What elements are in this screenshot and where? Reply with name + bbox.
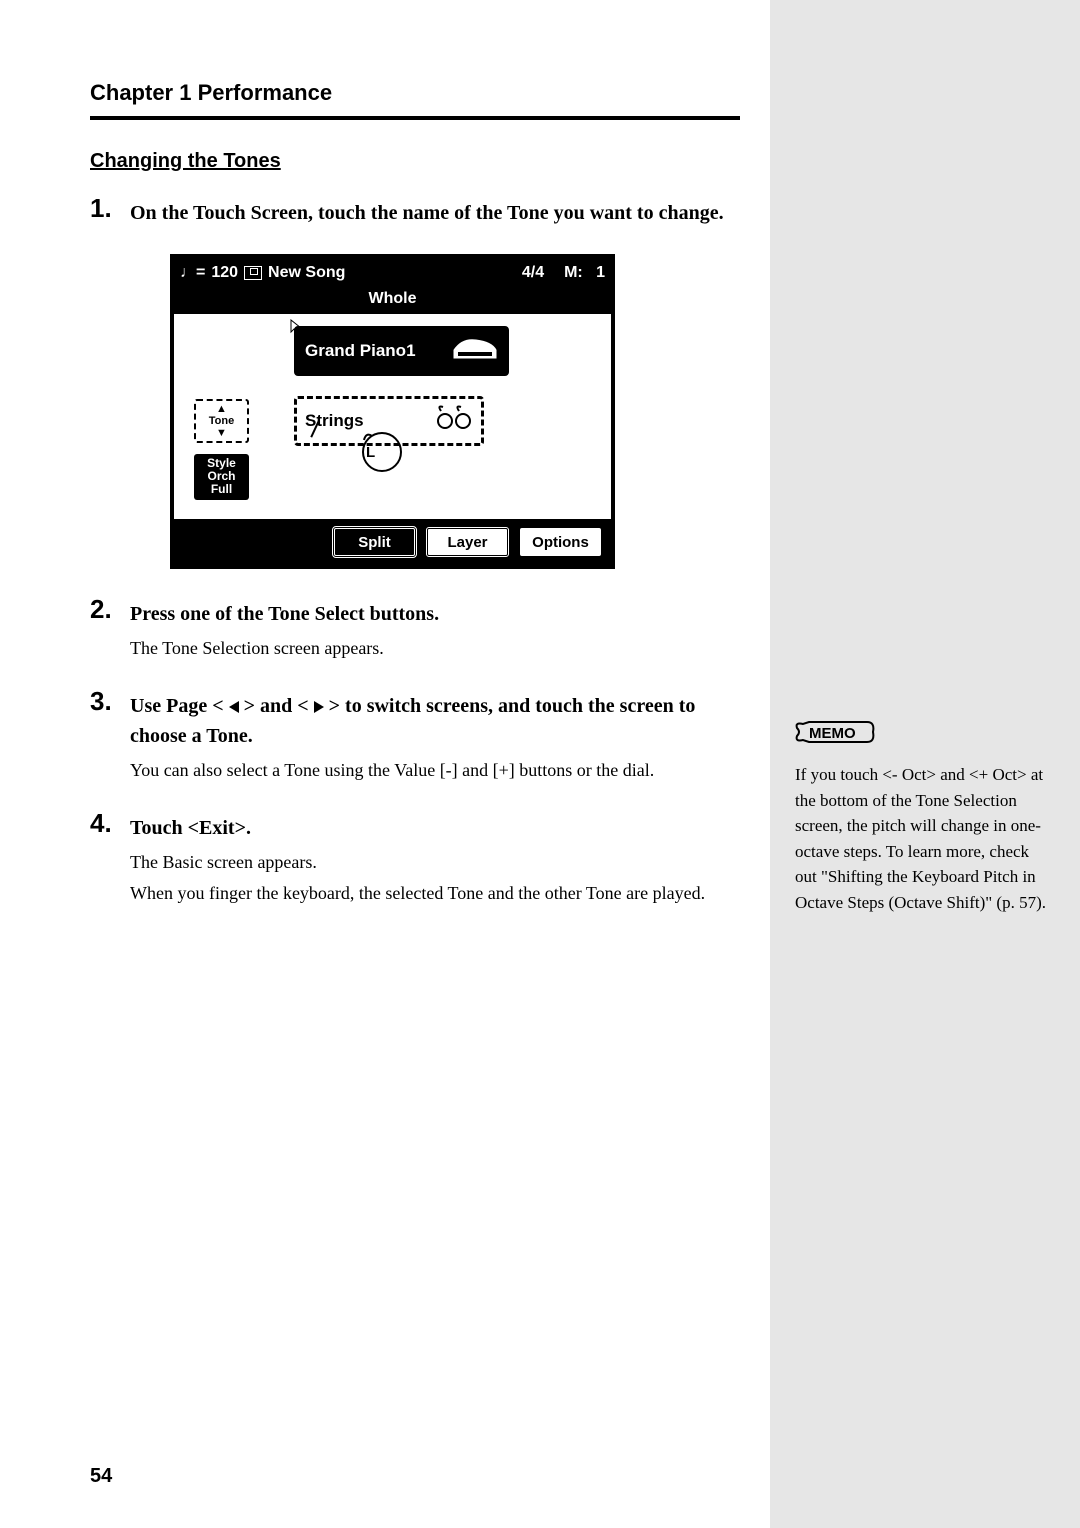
step-4-lead: Touch <Exit>. bbox=[130, 813, 740, 843]
device-statusbar: ♩= 120 New Song 4/4 M: 1 bbox=[174, 258, 611, 288]
step-4-sub1: The Basic screen appears. bbox=[130, 849, 740, 876]
tempo-icon: ♩= bbox=[180, 264, 205, 282]
step-2-lead: Press one of the Tone Select buttons. bbox=[130, 599, 740, 629]
split-button[interactable]: Split bbox=[332, 526, 417, 558]
step-3-sub: You can also select a Tone using the Val… bbox=[130, 757, 740, 784]
style-orch-button[interactable]: Style Orch Full bbox=[194, 454, 249, 500]
step-2-sub: The Tone Selection screen appears. bbox=[130, 635, 740, 662]
callout-circle bbox=[362, 432, 402, 472]
piano-icon bbox=[452, 334, 498, 368]
device-screenshot: ♩= 120 New Song 4/4 M: 1 Whole Grand Pian… bbox=[170, 254, 740, 569]
step-number: 1. bbox=[90, 193, 130, 234]
header-rule bbox=[90, 116, 740, 120]
section-title: Changing the Tones bbox=[90, 150, 740, 173]
memo-text: If you touch <- Oct> and <+ Oct> at the … bbox=[795, 762, 1050, 915]
step-1-lead: On the Touch Screen, touch the name of t… bbox=[130, 198, 740, 228]
disk-icon bbox=[244, 266, 262, 280]
left-arrow-icon bbox=[229, 701, 239, 713]
tempo-value: 120 bbox=[211, 264, 238, 282]
step-4-sub2: When you finger the keyboard, the select… bbox=[130, 880, 740, 907]
page-number: 54 bbox=[90, 1465, 112, 1488]
step-number: 3. bbox=[90, 686, 130, 788]
main-content: Chapter 1 Performance Changing the Tones… bbox=[0, 0, 770, 961]
measure-label: M: bbox=[564, 264, 583, 281]
device-bottom-bar: Split Layer Options bbox=[174, 519, 611, 565]
step-1: 1. On the Touch Screen, touch the name o… bbox=[90, 193, 740, 234]
layer-button[interactable]: Layer bbox=[425, 526, 510, 558]
violin-icon bbox=[433, 403, 473, 439]
options-button[interactable]: Options bbox=[518, 526, 603, 558]
time-signature: 4/4 bbox=[522, 264, 544, 282]
tone-nav[interactable]: ▲ Tone ▼ bbox=[194, 399, 249, 443]
step-3-lead: Use Page < > and < > to switch screens, … bbox=[130, 691, 740, 751]
step-4: 4. Touch <Exit>. The Basic screen appear… bbox=[90, 808, 740, 911]
measure-value: 1 bbox=[596, 264, 605, 281]
whole-label: Whole bbox=[174, 288, 611, 314]
right-arrow-icon bbox=[314, 701, 324, 713]
step-3: 3. Use Page < > and < > to switch screen… bbox=[90, 686, 740, 788]
memo-icon: MEMO bbox=[795, 720, 1050, 750]
song-name: New Song bbox=[268, 264, 345, 282]
tone-grand-piano[interactable]: Grand Piano1 bbox=[294, 326, 509, 376]
chapter-header: Chapter 1 Performance bbox=[90, 80, 740, 106]
memo-label: MEMO bbox=[809, 725, 856, 742]
step-number: 2. bbox=[90, 594, 130, 666]
memo-sidebar: MEMO If you touch <- Oct> and <+ Oct> at… bbox=[770, 0, 1080, 1528]
step-2: 2. Press one of the Tone Select buttons.… bbox=[90, 594, 740, 666]
step-number: 4. bbox=[90, 808, 130, 911]
